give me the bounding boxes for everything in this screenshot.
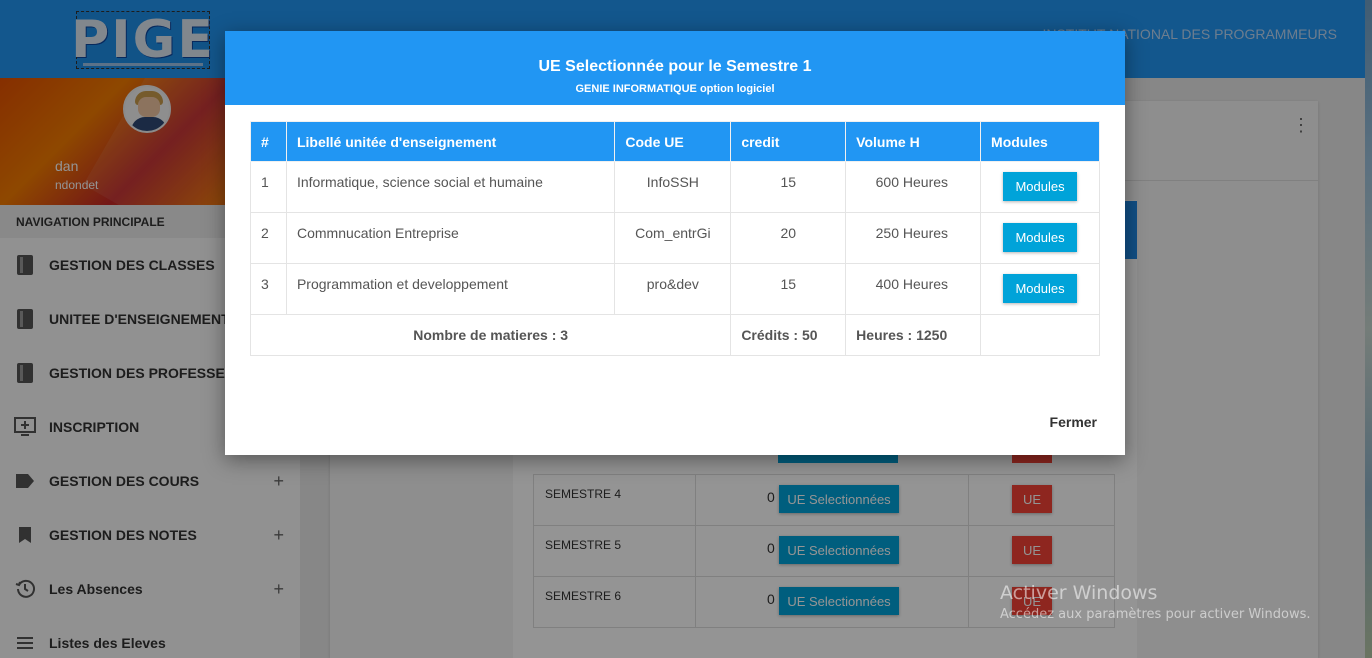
ue-code: Com_entrGi [614, 212, 732, 264]
total-credits: Crédits : 50 [730, 314, 847, 356]
ue-credit: 15 [730, 161, 847, 213]
row-number: 2 [250, 212, 287, 264]
modal-subtitle: GENIE INFORMATIQUE option logiciel [575, 83, 775, 95]
ue-volume: 400 Heures [845, 263, 982, 315]
ue-libelle: Informatique, science social et humaine [285, 161, 616, 213]
ue-volume: 600 Heures [845, 161, 982, 213]
row-number: 1 [250, 161, 287, 213]
ue-table: # Libellé unitée d'enseignement Code UE … [249, 121, 1100, 356]
activation-watermark-title: Activer Windows [1000, 582, 1158, 604]
modules-cell: Modules [980, 263, 1100, 315]
column-header-libelle: Libellé unitée d'enseignement [285, 121, 616, 162]
modules-button[interactable]: Modules [1003, 172, 1078, 201]
ue-modal: UE Selectionnée pour le Semestre 1 GENIE… [225, 31, 1125, 455]
table-row: 2 Commnucation Entreprise Com_entrGi 20 … [250, 212, 1100, 264]
modules-button[interactable]: Modules [1003, 223, 1078, 252]
column-header-credit: credit [730, 121, 847, 162]
modules-cell: Modules [980, 212, 1100, 264]
table-header-row: # Libellé unitée d'enseignement Code UE … [250, 121, 1100, 162]
ue-credit: 15 [730, 263, 847, 315]
modal-title: UE Selectionnée pour le Semestre 1 [538, 58, 812, 75]
column-header-num: # [250, 121, 287, 162]
modules-button[interactable]: Modules [1003, 274, 1078, 303]
ue-code: InfoSSH [614, 161, 732, 213]
ue-volume: 250 Heures [845, 212, 982, 264]
total-heures: Heures : 1250 [845, 314, 982, 356]
ue-libelle: Programmation et developpement [285, 263, 616, 315]
table-row: 3 Programmation et developpement pro&dev… [250, 263, 1100, 315]
column-header-code: Code UE [614, 121, 732, 162]
totals-empty-cell [980, 314, 1100, 356]
modules-cell: Modules [980, 161, 1100, 213]
activation-watermark-text: Accédez aux paramètres pour activer Wind… [1000, 607, 1311, 622]
table-row: 1 Informatique, science social et humain… [250, 161, 1100, 213]
modal-header: UE Selectionnée pour le Semestre 1 GENIE… [225, 31, 1125, 105]
ue-credit: 20 [730, 212, 847, 264]
total-matieres: Nombre de matieres : 3 [249, 314, 732, 356]
column-header-modules: Modules [980, 121, 1100, 162]
ue-libelle: Commnucation Entreprise [285, 212, 616, 264]
column-header-volume: Volume H [845, 121, 982, 162]
ue-code: pro&dev [614, 263, 732, 315]
close-button[interactable]: Fermer [1050, 414, 1097, 430]
totals-row: Nombre de matieres : 3 Crédits : 50 Heur… [249, 314, 1100, 356]
row-number: 3 [250, 263, 287, 315]
